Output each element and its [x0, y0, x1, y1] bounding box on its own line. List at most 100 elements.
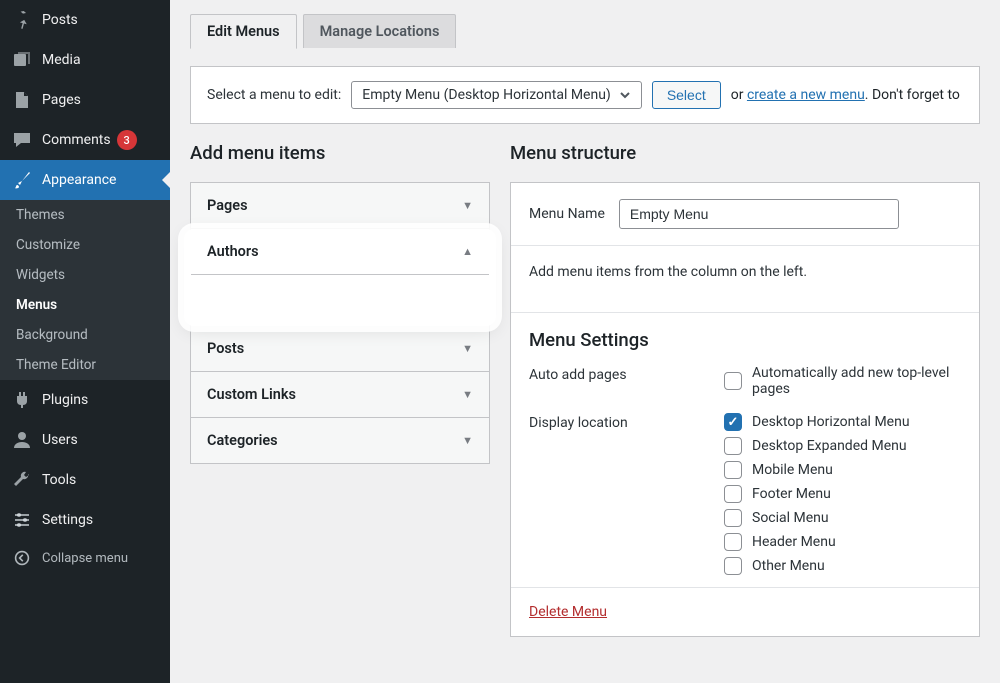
subitem-theme-editor[interactable]: Theme Editor — [0, 350, 170, 380]
structure-title: Menu structure — [510, 142, 980, 164]
acc-header-custom-links[interactable]: Custom Links ▼ — [191, 372, 489, 417]
caret-up-icon: ▲ — [462, 245, 473, 258]
auto-add-label: Auto add pages — [529, 365, 724, 383]
menu-items-accordion: Pages ▼ Authors ▲ — [190, 182, 490, 464]
checkbox-location-1[interactable] — [724, 437, 742, 455]
panel-footer: Delete Menu — [511, 587, 979, 636]
user-icon — [12, 430, 32, 450]
menu-name-row: Menu Name — [511, 183, 979, 246]
checkbox-label: Desktop Horizontal Menu — [752, 414, 910, 430]
sidebar-label: Tools — [42, 472, 76, 488]
menu-select-dropdown[interactable]: Empty Menu (Desktop Horizontal Menu) — [351, 81, 642, 109]
menu-select-bar: Select a menu to edit: Empty Menu (Deskt… — [190, 66, 980, 124]
checkbox-location-3[interactable] — [724, 485, 742, 503]
acc-header-posts[interactable]: Posts ▼ — [191, 326, 489, 371]
acc-authors-highlight: Authors ▲ — [184, 229, 496, 326]
location-option[interactable]: Mobile Menu — [724, 461, 910, 479]
or-text: or create a new menu. Don't forget to — [731, 87, 960, 103]
collapse-label: Collapse menu — [42, 551, 128, 566]
checkbox-location-0[interactable] — [724, 413, 742, 431]
pin-icon — [12, 10, 32, 30]
checkbox-label: Other Menu — [752, 558, 825, 574]
sidebar-item-appearance[interactable]: Appearance — [0, 160, 170, 200]
acc-custom-links: Custom Links ▼ — [191, 372, 489, 418]
acc-title: Authors — [207, 243, 259, 260]
caret-down-icon: ▼ — [462, 388, 473, 401]
checkbox-auto-add[interactable] — [724, 372, 742, 390]
plugin-icon — [12, 390, 32, 410]
menu-select-value: Empty Menu (Desktop Horizontal Menu) — [362, 87, 611, 103]
checkbox-location-4[interactable] — [724, 509, 742, 527]
location-option[interactable]: Other Menu — [724, 557, 910, 575]
comment-icon — [12, 130, 32, 150]
sidebar-item-tools[interactable]: Tools — [0, 460, 170, 500]
sidebar-item-pages[interactable]: Pages — [0, 80, 170, 120]
checkbox-label: Social Menu — [752, 510, 829, 526]
acc-header-authors[interactable]: Authors ▲ — [191, 229, 489, 274]
location-option[interactable]: Desktop Horizontal Menu — [724, 413, 910, 431]
sidebar-item-settings[interactable]: Settings — [0, 500, 170, 540]
comments-badge: 3 — [117, 130, 137, 150]
subitem-themes[interactable]: Themes — [0, 200, 170, 230]
appearance-subitems: Themes Customize Widgets Menus Backgroun… — [0, 200, 170, 380]
menu-name-input[interactable] — [619, 199, 899, 229]
location-option[interactable]: Header Menu — [724, 533, 910, 551]
display-location-label: Display location — [529, 413, 724, 431]
subitem-background[interactable]: Background — [0, 320, 170, 350]
create-new-menu-link[interactable]: create a new menu — [747, 87, 865, 103]
brush-icon — [12, 170, 32, 190]
caret-down-icon: ▼ — [462, 199, 473, 212]
sidebar-item-posts[interactable]: Posts — [0, 0, 170, 40]
acc-title: Posts — [207, 340, 244, 357]
tab-manage-locations[interactable]: Manage Locations — [303, 14, 457, 48]
checkbox-location-2[interactable] — [724, 461, 742, 479]
sidebar-item-comments[interactable]: Comments 3 — [0, 120, 170, 160]
menu-name-label: Menu Name — [529, 206, 605, 222]
checkbox-label: Header Menu — [752, 534, 836, 550]
checkbox-label: Desktop Expanded Menu — [752, 438, 907, 454]
tab-edit-menus[interactable]: Edit Menus — [190, 14, 297, 49]
collapse-icon — [12, 550, 32, 566]
wrench-icon — [12, 470, 32, 490]
delete-menu-link[interactable]: Delete Menu — [529, 604, 607, 620]
acc-header-pages[interactable]: Pages ▼ — [191, 183, 489, 228]
acc-title: Custom Links — [207, 386, 296, 403]
checkbox-label: Mobile Menu — [752, 462, 833, 478]
sidebar-item-media[interactable]: Media — [0, 40, 170, 80]
sidebar-label: Pages — [42, 92, 81, 108]
subitem-menus[interactable]: Menus — [0, 290, 170, 320]
acc-pages: Pages ▼ — [191, 183, 489, 229]
subitem-widgets[interactable]: Widgets — [0, 260, 170, 290]
nav-tabs: Edit Menus Manage Locations — [170, 0, 1000, 48]
collapse-menu[interactable]: Collapse menu — [0, 540, 170, 576]
add-menu-items-column: Add menu items Pages ▼ Authors ▲ — [190, 142, 490, 637]
menu-structure-panel: Menu Name Add menu items from the column… — [510, 182, 980, 637]
media-icon — [12, 50, 32, 70]
auto-add-row: Auto add pages Automatically add new top… — [511, 361, 979, 409]
location-option[interactable]: Footer Menu — [724, 485, 910, 503]
structure-hint: Add menu items from the column on the le… — [511, 246, 979, 313]
subitem-customize[interactable]: Customize — [0, 230, 170, 260]
location-option[interactable]: Desktop Expanded Menu — [724, 437, 910, 455]
sidebar-item-users[interactable]: Users — [0, 420, 170, 460]
sidebar-label: Plugins — [42, 392, 88, 408]
acc-authors: Authors ▲ — [191, 229, 489, 326]
location-option[interactable]: Social Menu — [724, 509, 910, 527]
checkbox-location-6[interactable] — [724, 557, 742, 575]
sidebar-label: Settings — [42, 512, 93, 528]
sidebar-label: Users — [42, 432, 78, 448]
sidebar-label: Appearance — [42, 172, 116, 188]
acc-header-categories[interactable]: Categories ▼ — [191, 418, 489, 463]
sidebar-label: Media — [42, 52, 81, 68]
caret-down-icon: ▼ — [462, 342, 473, 355]
acc-categories: Categories ▼ — [191, 418, 489, 463]
auto-add-option[interactable]: Automatically add new top-level pages — [724, 365, 961, 397]
page-icon — [12, 90, 32, 110]
add-items-title: Add menu items — [190, 142, 490, 164]
select-button[interactable]: Select — [652, 81, 721, 109]
menu-settings-title: Menu Settings — [511, 313, 979, 361]
checkbox-location-5[interactable] — [724, 533, 742, 551]
main-content: Edit Menus Manage Locations Select a men… — [170, 0, 1000, 683]
sidebar-item-plugins[interactable]: Plugins — [0, 380, 170, 420]
caret-down-icon: ▼ — [462, 434, 473, 447]
